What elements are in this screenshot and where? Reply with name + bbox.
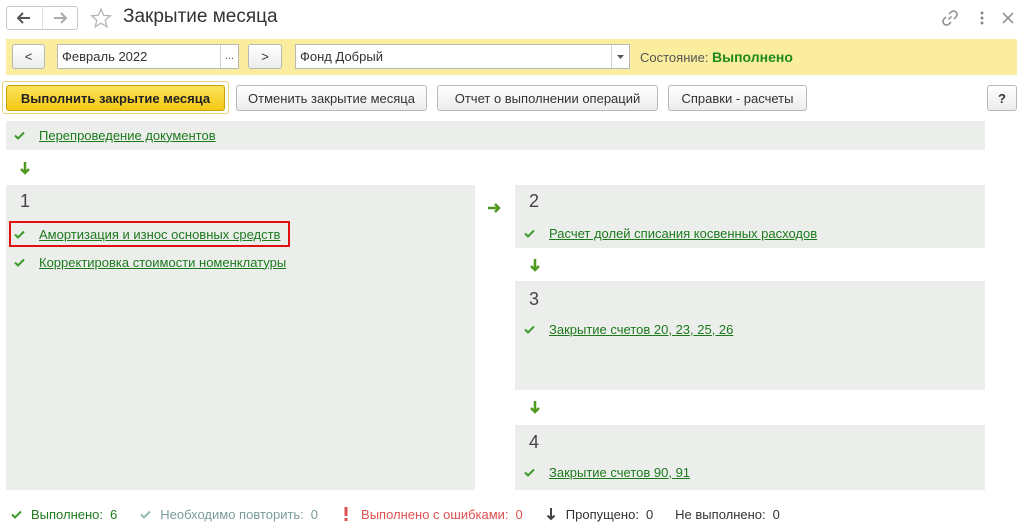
link-icon[interactable] (941, 9, 959, 27)
operation-item: Корректировка стоимости номенклатуры (14, 254, 286, 270)
legend-errors-count: 0 (515, 506, 523, 522)
legend-repeat-count: 0 (310, 506, 319, 522)
operation-repost: Перепроведение документов (14, 127, 216, 143)
navigation-group (6, 6, 78, 30)
arrow-right-icon (488, 203, 501, 213)
operation-link-close-accounts-90-91[interactable]: Закрытие счетов 90, 91 (549, 465, 690, 480)
legend-errors: Выполнено с ошибками: 0 (340, 507, 523, 522)
check-icon (524, 323, 536, 335)
legend-done-count: 6 (110, 506, 118, 522)
organization-field[interactable]: Фонд Добрый (295, 44, 630, 69)
legend-skipped-label: Пропущено: (565, 506, 639, 522)
skip-arrow-icon (545, 507, 557, 521)
title-bar: Закрытие месяца (0, 0, 1024, 36)
stage-3-number: 3 (529, 289, 540, 309)
check-icon (524, 466, 536, 478)
previous-period-button[interactable]: < (12, 44, 45, 69)
star-icon[interactable] (90, 7, 112, 29)
help-button[interactable]: ? (987, 85, 1017, 111)
operation-link-indirect-costs[interactable]: Расчет долей списания косвенных расходов (549, 226, 817, 241)
organization-value: Фонд Добрый (300, 49, 383, 64)
dropdown-arrow-icon (617, 54, 624, 59)
check-light-icon (139, 507, 151, 521)
legend-repeat-label: Необходимо повторить: (160, 506, 304, 522)
state-value: Выполнено (712, 49, 793, 65)
legend-done-label: Выполнено: (31, 506, 104, 522)
back-icon (17, 12, 31, 24)
month-picker-button[interactable]: ... (220, 45, 238, 68)
organization-dropdown-button[interactable] (611, 45, 629, 68)
operation-item: Расчет долей списания косвенных расходов (524, 225, 817, 241)
stage-2-number: 2 (529, 191, 540, 211)
cancel-month-close-button[interactable]: Отменить закрытие месяца (236, 85, 427, 111)
stage-4-panel (515, 425, 985, 490)
check-icon (524, 227, 536, 239)
legend-not-done: Не выполнено: 0 (675, 507, 780, 522)
back-button[interactable] (7, 7, 42, 29)
arrow-down-icon (530, 401, 540, 414)
month-field[interactable]: Февраль 2022 ... (57, 44, 239, 69)
reference-calculations-button[interactable]: Справки - расчеты (668, 85, 807, 111)
check-icon (14, 256, 26, 268)
operation-item: Закрытие счетов 20, 23, 25, 26 (524, 321, 733, 337)
forward-button[interactable] (41, 7, 77, 29)
stage-1-number: 1 (20, 191, 31, 211)
forward-icon (53, 12, 67, 24)
arrow-down-icon (20, 162, 30, 175)
operation-link-close-accounts-20-26[interactable]: Закрытие счетов 20, 23, 25, 26 (549, 322, 733, 337)
legend-not-done-count: 0 (772, 506, 780, 522)
month-value: Февраль 2022 (62, 49, 148, 64)
close-icon[interactable] (999, 9, 1017, 27)
operation-link[interactable]: Перепроведение документов (39, 128, 216, 143)
exclamation-icon (340, 507, 352, 521)
more-icon[interactable] (973, 9, 991, 27)
legend-not-done-label: Не выполнено: (675, 506, 766, 522)
legend-errors-label: Выполнено с ошибками: (361, 506, 509, 522)
legend-skipped: Пропущено: 0 (545, 507, 653, 522)
operation-item: Закрытие счетов 90, 91 (524, 464, 690, 480)
legend-skipped-count: 0 (645, 506, 654, 522)
state-label: Состояние: (640, 50, 709, 65)
check-icon (10, 507, 22, 521)
page-title: Закрытие месяца (123, 6, 278, 27)
status-legend: Выполнено: 6 Необходимо повторить: 0 Вып… (10, 506, 802, 522)
run-month-close-button[interactable]: Выполнить закрытие месяца (6, 85, 225, 111)
arrow-down-icon (530, 259, 540, 272)
legend-repeat: Необходимо повторить: 0 (139, 507, 318, 522)
legend-done: Выполнено: 6 (10, 507, 117, 522)
stage-4-number: 4 (529, 432, 540, 452)
highlight-frame (9, 221, 290, 247)
check-icon (14, 129, 26, 141)
next-period-button[interactable]: > (248, 44, 282, 69)
operations-report-button[interactable]: Отчет о выполнении операций (437, 85, 658, 111)
period-panel: < Февраль 2022 ... > Фонд Добрый Состоян… (6, 39, 1017, 75)
operation-link-cost-adjustment[interactable]: Корректировка стоимости номенклатуры (39, 255, 286, 270)
